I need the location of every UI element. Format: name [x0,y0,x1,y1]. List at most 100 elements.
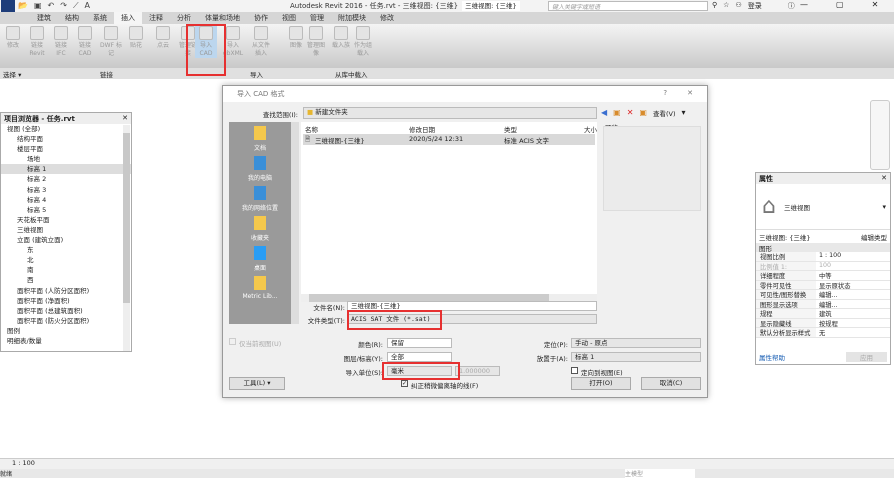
help-icon[interactable]: ⓘ [788,1,795,11]
place-item[interactable]: 我的电脑 [229,156,291,182]
group-graphics[interactable]: 图形 [756,243,890,253]
tab-8[interactable]: 视图 [275,12,303,24]
properties-help-link[interactable]: 属性帮助 [759,352,785,362]
ribbon-button-2[interactable]: 链接 IFC [50,26,72,58]
login-button[interactable]: 登录 [748,1,762,11]
ribbon-button-6[interactable]: 点云 [152,26,174,50]
current-view-only-checkbox[interactable]: 仅当前视图(U) [229,338,281,348]
tree-item[interactable]: 立面 (建筑立面) [1,235,131,245]
tree-item[interactable]: 面积平面 (净面积) [1,296,131,306]
tab-4[interactable]: 注释 [142,12,170,24]
binoculars-icon[interactable]: ⚲ [712,1,717,11]
tree-item[interactable]: 标高 5 [1,205,131,215]
tree-item[interactable]: 南 [1,265,131,275]
close-icon[interactable]: ✕ [122,114,128,123]
ribbon-button-4[interactable]: DWF 标记 [100,26,122,58]
tab-2[interactable]: 系统 [86,12,114,24]
place-item[interactable]: 桌面 [229,246,291,272]
column-date[interactable]: 修改日期 [409,124,435,134]
tree-item[interactable]: 视图 (全部) [1,124,131,134]
column-type[interactable]: 类型 [504,124,517,134]
save-icon[interactable]: ▣ [34,1,42,11]
new-folder-icon[interactable]: ▣ [639,108,647,118]
lookin-dropdown[interactable]: ■ 新建文件夹 [303,107,597,119]
tree-item[interactable]: 天花板平面 [1,215,131,225]
redo-icon[interactable]: ↷ [60,1,67,11]
tab-0[interactable]: 建筑 [30,12,58,24]
view-menu[interactable]: 查看(V) [653,108,676,118]
property-row[interactable]: 视图比例 1 : 100 [756,252,890,262]
property-row[interactable]: 零件可见性 显示原状态 [756,280,890,290]
place-item[interactable]: 文档 [229,126,291,152]
search-input[interactable]: 键入关键字或短语 [548,1,708,11]
ribbon-button-10[interactable]: 从文件插入 [250,26,272,58]
cancel-button[interactable]: 取消(C) [641,377,701,390]
property-value[interactable]: 按规程 [816,319,890,328]
type-selector[interactable]: ⌂ 三维视图 ▾ [756,184,890,230]
close-button[interactable]: ✕ [687,89,693,97]
tree-item[interactable]: 标高 4 [1,195,131,205]
ribbon-button-3[interactable]: 链接 CAD [74,26,96,58]
column-name[interactable]: 名称 [305,124,318,134]
close-button[interactable]: ✕ [872,0,879,9]
color-dropdown[interactable]: 保留 [387,338,452,348]
tree-item[interactable]: 西 [1,275,131,285]
property-value[interactable]: 1 : 100 [816,252,890,261]
tab-1[interactable]: 结构 [58,12,86,24]
property-row[interactable]: 显示隐藏线 按规程 [756,318,890,328]
property-value[interactable]: 无 [816,328,890,337]
instance-dropdown[interactable]: 三维视图: {三维} [759,232,811,242]
tree-item[interactable]: 面积平面 (防火分区面积) [1,316,131,326]
view-scale[interactable]: 1 : 100 [12,459,35,467]
panel-select[interactable]: 选择 ▾ [3,69,21,79]
ribbon-button-12[interactable]: 管理图像 [305,26,327,58]
view-selector[interactable]: 三维视图: {三维} [462,1,520,11]
property-row[interactable]: 可见性/图形替换 编辑... [756,290,890,300]
up-folder-icon[interactable]: ▣ [613,108,621,118]
ribbon-button-5[interactable]: 贴花 [125,26,147,50]
star-icon[interactable]: ☆ [723,1,729,11]
tree-item[interactable]: 楼层平面 [1,144,131,154]
maximize-button[interactable]: ▢ [836,0,844,9]
property-value[interactable]: 建筑 [816,309,890,318]
property-value[interactable]: 编辑... [816,290,890,299]
property-row[interactable]: 规程 建筑 [756,309,890,319]
tab-9[interactable]: 管理 [303,12,331,24]
back-icon[interactable]: ◀ [601,108,607,118]
text-icon[interactable]: A [85,1,90,11]
apply-button[interactable]: 应用 [846,352,887,362]
tab-10[interactable]: 附加模块 [331,12,373,24]
measure-icon[interactable]: ⟋ [73,1,79,11]
ribbon-button-14[interactable]: 作为组载入 [352,26,374,58]
ribbon-button-1[interactable]: 链接 Revit [26,26,48,58]
place-item[interactable]: Metric Lib... [229,276,291,300]
tree-item[interactable]: 标高 1 [1,164,131,175]
open-icon[interactable]: 📂 [18,1,28,11]
tree-item[interactable]: 结构平面 [1,134,131,144]
correct-lines-checkbox[interactable]: ✓ 纠正稍微偏离轴的线(F) [401,380,478,390]
property-value[interactable]: 编辑... [816,300,890,309]
open-button[interactable]: 打开(O) [571,377,631,390]
property-value[interactable]: 中等 [816,271,890,280]
model-selector[interactable]: 主模型 [625,469,695,478]
undo-icon[interactable]: ↶ [48,1,55,11]
tree-item[interactable]: 东 [1,245,131,255]
tab-11[interactable]: 修改 [373,12,401,24]
tree-item[interactable]: 场地 [1,154,131,164]
user-icon[interactable]: ⚇ [735,1,741,11]
tree-item[interactable]: 标高 3 [1,185,131,195]
tree-item[interactable]: 图例 [1,326,131,336]
tree-item[interactable]: 明细表/数量 [1,336,131,346]
tree-item[interactable]: 三维视图 [1,225,131,235]
help-button[interactable]: ? [663,89,667,97]
chevron-down-icon[interactable]: ▾ [682,108,686,118]
navigation-bar[interactable] [870,100,890,170]
edit-type-button[interactable]: 编辑类型 [861,232,887,242]
ribbon-button-11[interactable]: 图像 [285,26,307,50]
property-value[interactable]: 显示原状态 [816,281,890,290]
tab-3[interactable]: 插入 [114,12,142,24]
tree-item[interactable]: 北 [1,255,131,265]
place-item[interactable]: 我的网络位置 [229,186,291,212]
tree-item[interactable]: 面积平面 (人防分区面积) [1,286,131,296]
close-icon[interactable]: ✕ [881,174,887,183]
